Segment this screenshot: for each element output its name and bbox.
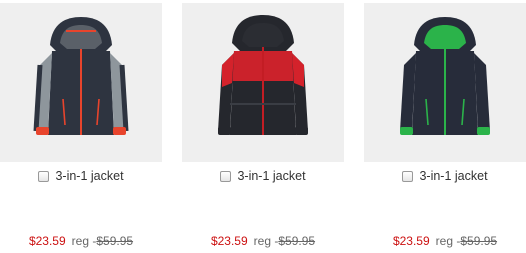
product-card: 3-in-1 jacket $23.59 reg - $59.95 bbox=[364, 0, 526, 253]
product-card: 3-in-1 jacket $23.59 reg - $59.95 bbox=[0, 0, 162, 253]
reg-price: $59.95 bbox=[460, 234, 498, 248]
product-image[interactable] bbox=[364, 3, 526, 162]
price-row: $23.59 reg - $59.95 bbox=[364, 234, 526, 248]
reg-price: $59.95 bbox=[278, 234, 316, 248]
product-select-row[interactable]: 3-in-1 jacket bbox=[182, 168, 344, 184]
compare-checkbox[interactable] bbox=[38, 170, 50, 182]
product-name[interactable]: 3-in-1 jacket bbox=[419, 169, 487, 183]
price-row: $23.59 reg - $59.95 bbox=[0, 234, 162, 248]
reg-price: $59.95 bbox=[96, 234, 134, 248]
jacket-illustration bbox=[218, 15, 308, 135]
product-name[interactable]: 3-in-1 jacket bbox=[55, 169, 123, 183]
price-row: $23.59 reg - $59.95 bbox=[182, 234, 344, 248]
reg-price-label: reg - bbox=[435, 234, 461, 248]
product-name[interactable]: 3-in-1 jacket bbox=[237, 169, 305, 183]
sale-price: $23.59 bbox=[28, 234, 66, 248]
compare-checkbox[interactable] bbox=[402, 170, 414, 182]
reg-price-label: reg - bbox=[253, 234, 279, 248]
product-image[interactable] bbox=[0, 3, 162, 162]
product-select-row[interactable]: 3-in-1 jacket bbox=[364, 168, 526, 184]
jacket-illustration bbox=[33, 17, 129, 135]
sale-price: $23.59 bbox=[392, 234, 430, 248]
product-image[interactable] bbox=[182, 3, 344, 162]
reg-price-label: reg - bbox=[71, 234, 97, 248]
product-card: 3-in-1 jacket $23.59 reg - $59.95 bbox=[182, 0, 344, 253]
sale-price: $23.59 bbox=[210, 234, 248, 248]
jacket-illustration bbox=[400, 17, 490, 135]
product-select-row[interactable]: 3-in-1 jacket bbox=[0, 168, 162, 184]
compare-checkbox[interactable] bbox=[220, 170, 232, 182]
